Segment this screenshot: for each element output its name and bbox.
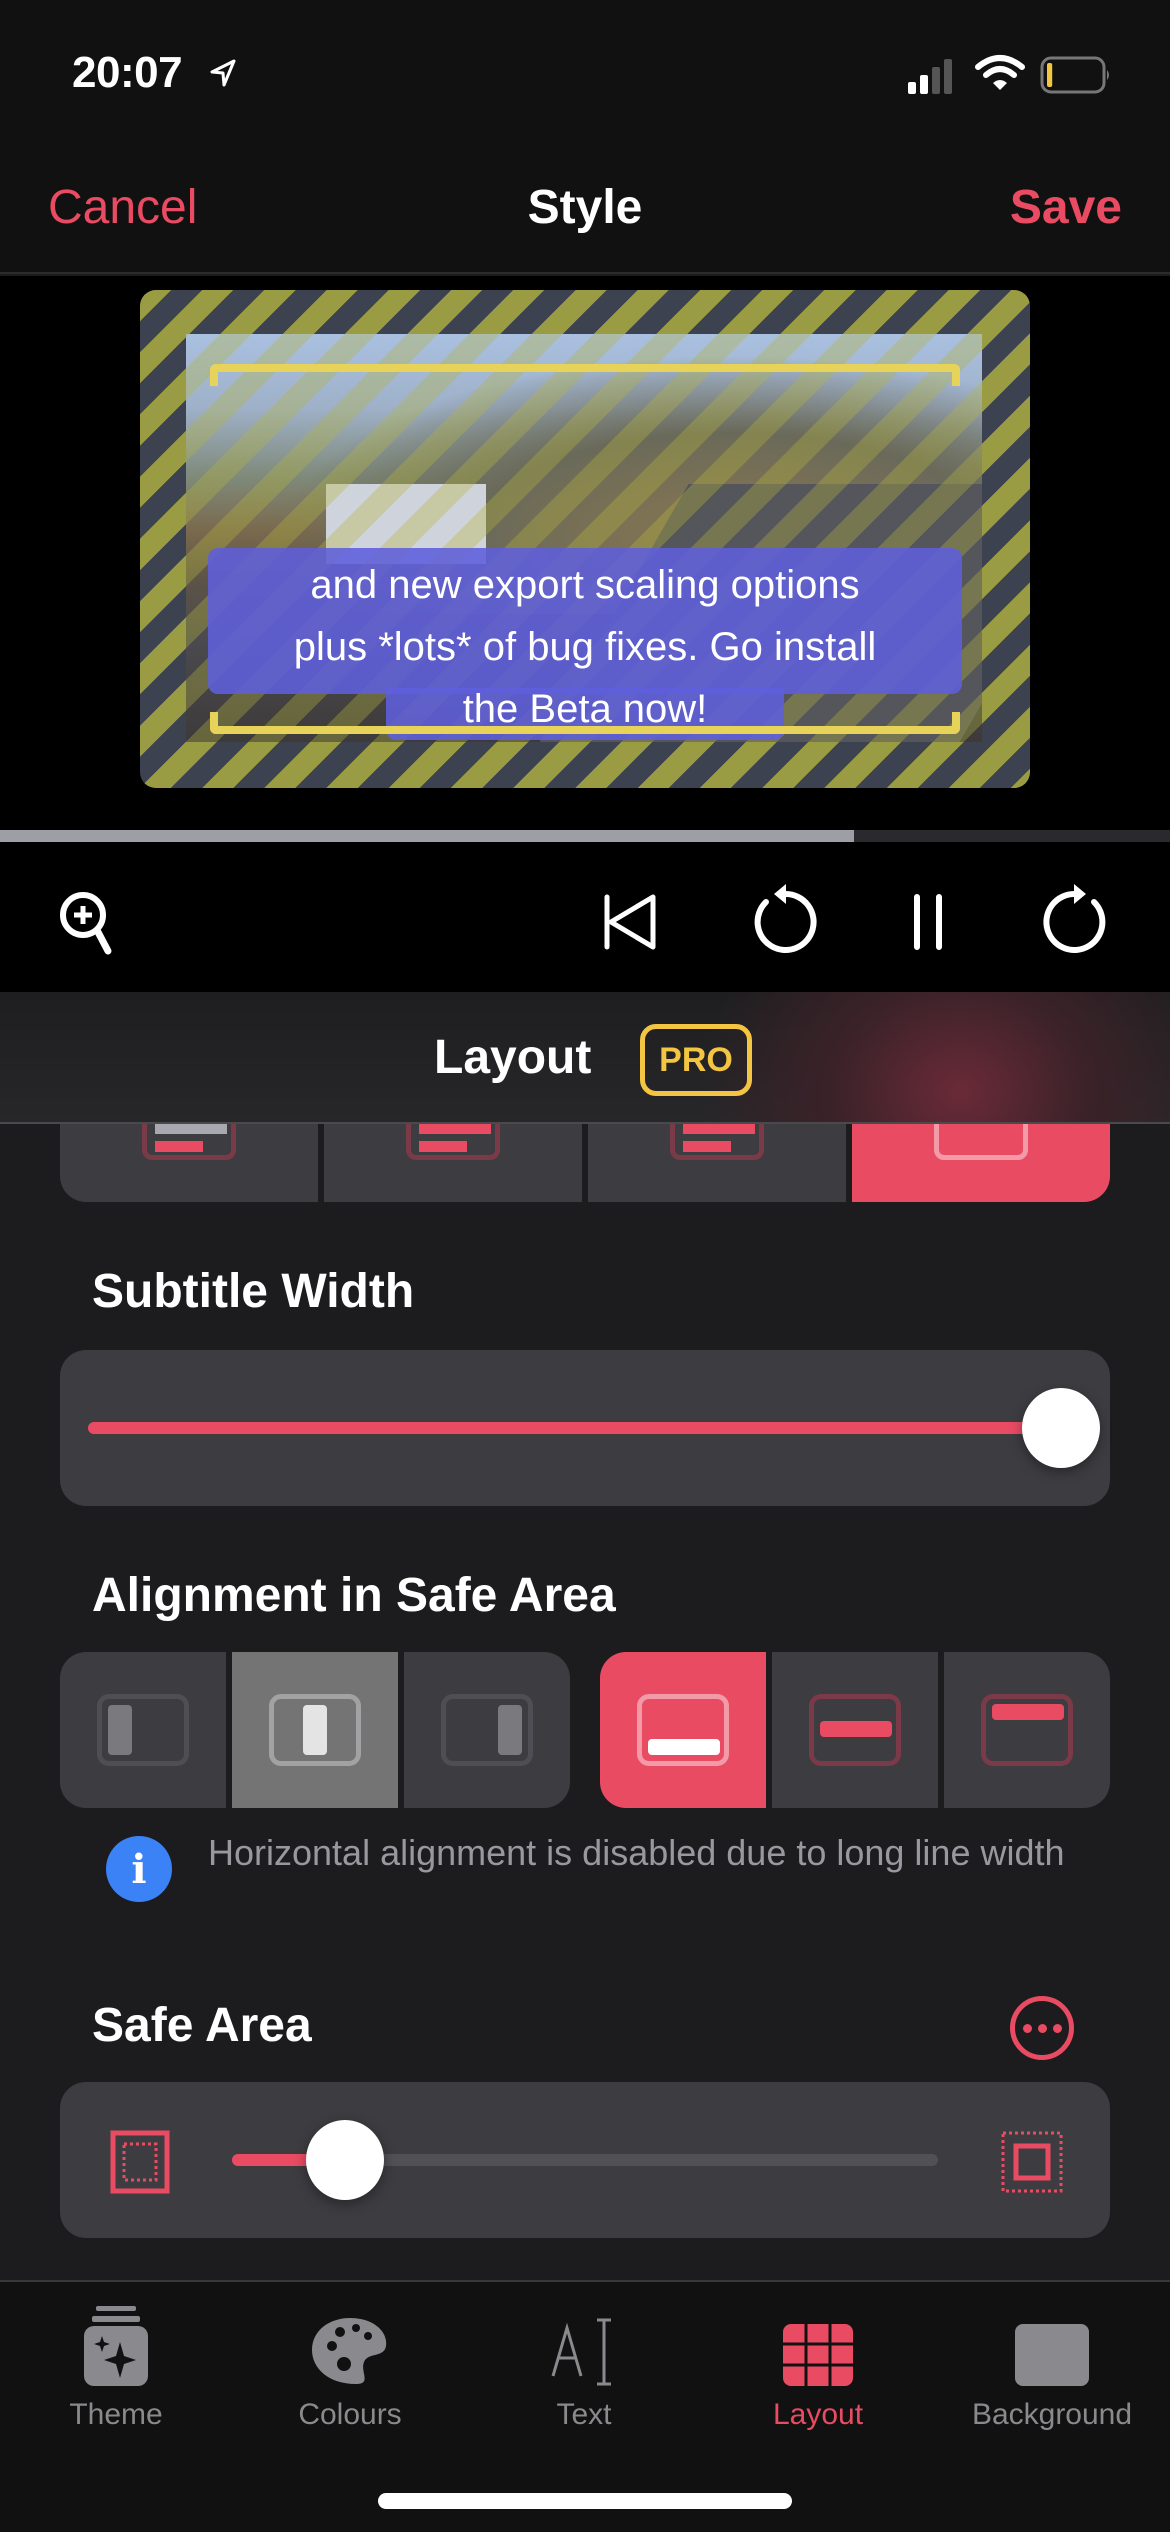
section-title: Layout xyxy=(434,1031,592,1084)
subtitle-width-label: Subtitle Width xyxy=(92,1265,415,1318)
two-lines-icon xyxy=(406,1124,500,1160)
align-right-icon xyxy=(441,1694,533,1766)
info-icon: i xyxy=(106,1836,172,1902)
align-center-button[interactable] xyxy=(232,1652,398,1808)
align-right-button[interactable] xyxy=(404,1652,570,1808)
pause-icon xyxy=(914,894,942,950)
align-bottom-button[interactable] xyxy=(600,1652,766,1808)
nav-bar: Cancel Style Save xyxy=(0,140,1170,274)
lines-option-unlimited[interactable]: ∞ xyxy=(852,1124,1110,1202)
status-time: 20:07 xyxy=(72,48,183,97)
forward-icon xyxy=(1043,884,1106,953)
home-indicator[interactable] xyxy=(378,2493,792,2509)
safe-area-more-button[interactable] xyxy=(1010,1996,1074,2060)
lines-option-2[interactable] xyxy=(324,1124,582,1202)
infinity-icon: ∞ xyxy=(934,1124,1028,1160)
safe-area-small-icon[interactable] xyxy=(110,2130,170,2194)
horizontal-alignment-selector xyxy=(60,1652,570,1808)
playback-controls xyxy=(0,842,1170,992)
playback-progress-fill xyxy=(0,830,855,842)
rewind-button[interactable] xyxy=(740,882,820,962)
caption-line: plus *lots* of bug fixes. Go install xyxy=(293,625,877,669)
cellular-signal-icon xyxy=(908,59,952,94)
preview-frame: and new export scaling options plus *lot… xyxy=(140,290,1030,788)
safe-area-thumb[interactable] xyxy=(305,2120,384,2200)
pause-button[interactable] xyxy=(888,882,968,962)
pro-badge[interactable]: PRO xyxy=(640,1024,752,1096)
align-top-icon xyxy=(981,1694,1073,1766)
subtitle-width-card xyxy=(60,1350,1110,1506)
align-left-icon xyxy=(97,1694,189,1766)
tab-layout[interactable]: Layout xyxy=(718,2306,918,2446)
tab-colours[interactable]: Colours xyxy=(250,2306,450,2446)
palette-icon xyxy=(312,2318,387,2384)
alignment-label: Alignment in Safe Area xyxy=(92,1569,616,1622)
page-title: Style xyxy=(527,181,643,234)
skip-to-start-icon xyxy=(604,894,656,950)
safe-area-large-icon[interactable] xyxy=(1000,2130,1064,2194)
safe-area-label: Safe Area xyxy=(92,1999,312,2052)
forward-button[interactable] xyxy=(1040,882,1120,962)
location-arrow-icon xyxy=(210,59,236,87)
three-lines-icon xyxy=(670,1124,764,1160)
align-middle-button[interactable] xyxy=(772,1652,938,1808)
lines-visible-selector: ∞ xyxy=(60,1124,1110,1202)
subtitle-width-fill xyxy=(88,1422,1078,1434)
safe-area-bracket-bottom xyxy=(210,712,960,734)
align-center-icon xyxy=(269,1694,361,1766)
align-middle-icon xyxy=(809,1694,901,1766)
safe-area-bracket-top xyxy=(210,364,960,386)
section-header: Layout PRO xyxy=(0,992,1170,1124)
lines-option-1[interactable] xyxy=(60,1124,318,1202)
tab-background[interactable]: Background xyxy=(952,2306,1152,2446)
playback-progress[interactable] xyxy=(0,830,1170,842)
vertical-alignment-selector xyxy=(600,1652,1110,1808)
save-button[interactable]: Save xyxy=(1010,180,1122,235)
tab-text[interactable]: Text xyxy=(484,2306,684,2446)
status-bar: 20:07 xyxy=(0,0,1170,140)
align-top-button[interactable] xyxy=(944,1652,1110,1808)
one-line-icon xyxy=(142,1124,236,1160)
alignment-info-text: Horizontal alignment is disabled due to … xyxy=(208,1832,1065,1873)
video-preview[interactable]: and new export scaling options plus *lot… xyxy=(0,276,1170,830)
background-rect-icon xyxy=(1015,2324,1089,2386)
tab-theme[interactable]: Theme xyxy=(16,2306,216,2446)
more-options-icon xyxy=(1022,2023,1032,2033)
subtitle-width-thumb[interactable] xyxy=(1022,1388,1100,1468)
align-bottom-icon xyxy=(637,1694,729,1766)
skip-to-start-button[interactable] xyxy=(590,882,670,962)
caption-line: and new export scaling options xyxy=(310,563,860,607)
safe-area-card xyxy=(60,2082,1110,2238)
subtitle-width-slider[interactable] xyxy=(88,1422,1078,1434)
zoom-in-icon xyxy=(60,892,112,955)
theme-jar-sparkle-icon xyxy=(84,2306,148,2386)
zoom-button[interactable] xyxy=(50,882,130,962)
lines-option-3[interactable] xyxy=(588,1124,846,1202)
align-left-button[interactable] xyxy=(60,1652,226,1808)
text-cursor-icon xyxy=(551,2318,611,2386)
grid-icon xyxy=(783,2324,853,2386)
battery-icon xyxy=(1040,56,1109,94)
rewind-icon xyxy=(754,884,817,953)
wifi-icon xyxy=(975,55,1025,90)
